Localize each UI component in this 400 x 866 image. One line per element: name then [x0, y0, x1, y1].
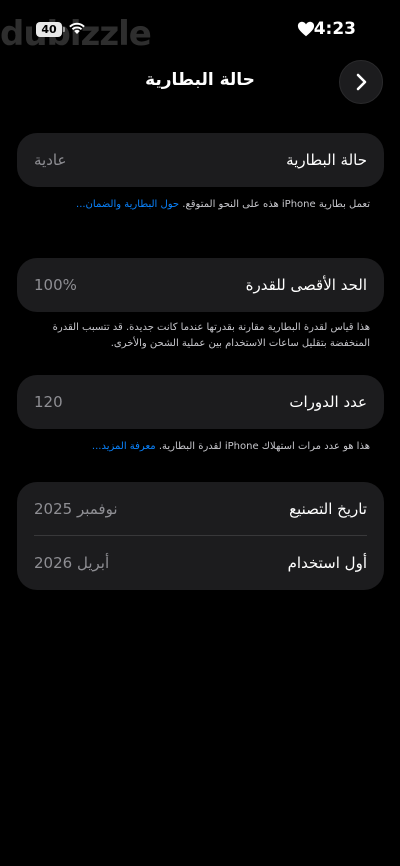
- cycle-count-footnote: هذا هو عدد مرات استهلاك iPhone لقدرة الب…: [30, 439, 370, 455]
- about-battery-warranty-link[interactable]: حول البطارية والضمان...: [76, 199, 179, 210]
- manufacture-date-label: تاريخ التصنيع: [289, 500, 367, 518]
- first-use-value: أبريل 2026: [34, 554, 110, 572]
- dates-card: تاريخ التصنيع نوفمبر 2025 أول استخدام أب…: [17, 482, 384, 590]
- maximum-capacity-label: الحد الأقصى للقدرة: [245, 276, 367, 294]
- first-use-row: أول استخدام أبريل 2026: [17, 536, 384, 590]
- cycle-count-footnote-text: هذا هو عدد مرات استهلاك iPhone لقدرة الب…: [155, 441, 370, 452]
- first-use-label: أول استخدام: [287, 554, 367, 572]
- wifi-icon: [69, 22, 85, 34]
- maximum-capacity-row: الحد الأقصى للقدرة 100%: [17, 258, 384, 312]
- battery-condition-label: حالة البطارية: [286, 151, 367, 169]
- maximum-capacity-value: 100%: [34, 276, 77, 294]
- battery-condition-footnote-text: تعمل بطارية iPhone هذه على النحو المتوقع…: [179, 199, 370, 210]
- cycle-count-row: عدد الدورات 120: [17, 375, 384, 429]
- status-bar: dubizzle 40 4:23: [0, 0, 400, 60]
- battery-icon: 40: [36, 22, 62, 37]
- battery-condition-row: حالة البطارية عادية: [17, 133, 384, 187]
- heart-icon: [297, 21, 315, 37]
- battery-condition-footnote: تعمل بطارية iPhone هذه على النحو المتوقع…: [30, 197, 370, 213]
- maximum-capacity-card: الحد الأقصى للقدرة 100%: [17, 258, 384, 312]
- maximum-capacity-footnote: هذا قياس لقدرة البطارية مقارنة بقدرتها ع…: [52, 322, 370, 349]
- cycle-count-value: 120: [34, 393, 63, 411]
- manufacture-date-value: نوفمبر 2025: [34, 500, 118, 518]
- learn-more-link[interactable]: معرفة المزيد...: [92, 441, 156, 452]
- cycle-count-card: عدد الدورات 120: [17, 375, 384, 429]
- battery-tip: [63, 27, 65, 32]
- back-button[interactable]: [339, 60, 383, 104]
- chevron-right-icon: [356, 73, 367, 91]
- battery-condition-card: حالة البطارية عادية: [17, 133, 384, 187]
- cycle-count-label: عدد الدورات: [289, 393, 367, 411]
- manufacture-date-row: تاريخ التصنيع نوفمبر 2025: [17, 482, 384, 536]
- status-time: 4:23: [313, 19, 356, 39]
- battery-condition-value: عادية: [34, 151, 67, 169]
